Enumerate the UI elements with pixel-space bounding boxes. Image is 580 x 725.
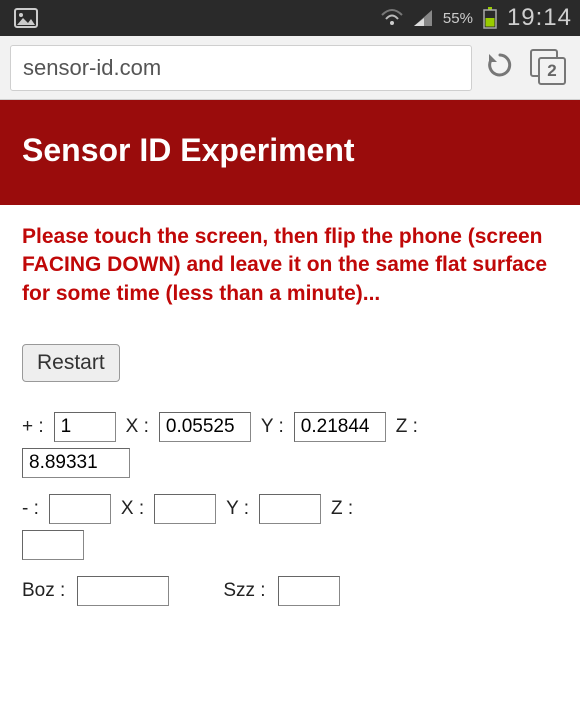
minus-x-input[interactable] bbox=[154, 494, 216, 524]
android-statusbar: 55% 19:14 bbox=[0, 0, 580, 36]
plus-y-label: Y : bbox=[261, 416, 284, 438]
minus-y-label: Y : bbox=[226, 498, 249, 520]
plus-label: + : bbox=[22, 416, 44, 438]
sensor-row-minus: - : X : Y : Z : bbox=[22, 494, 558, 524]
tab-count: 2 bbox=[538, 57, 566, 85]
boz-input[interactable] bbox=[77, 576, 169, 606]
restart-button[interactable]: Restart bbox=[22, 344, 120, 382]
url-box[interactable] bbox=[10, 45, 472, 91]
minus-label: - : bbox=[22, 498, 39, 520]
plus-x-label: X : bbox=[126, 416, 149, 438]
url-input[interactable] bbox=[23, 55, 459, 81]
signal-icon bbox=[413, 9, 433, 27]
clock: 19:14 bbox=[507, 4, 572, 32]
minus-n-input[interactable] bbox=[49, 494, 111, 524]
boz-label: Boz : bbox=[22, 580, 65, 602]
minus-z-label: Z : bbox=[331, 498, 353, 520]
plus-z-label: Z : bbox=[396, 416, 418, 438]
page-content: Please touch the screen, then flip the p… bbox=[0, 205, 580, 630]
plus-y-input[interactable] bbox=[294, 412, 386, 442]
minus-x-label: X : bbox=[121, 498, 144, 520]
plus-n-input[interactable] bbox=[54, 412, 116, 442]
battery-icon bbox=[483, 7, 497, 29]
plus-z-input[interactable] bbox=[22, 448, 130, 478]
sensor-row-minus-z bbox=[22, 530, 558, 560]
sensor-row-plus-z bbox=[22, 448, 558, 478]
plus-x-input[interactable] bbox=[159, 412, 251, 442]
minus-y-input[interactable] bbox=[259, 494, 321, 524]
page-banner: Sensor ID Experiment bbox=[0, 100, 580, 205]
tabs-button[interactable]: 2 bbox=[528, 47, 570, 89]
page-title: Sensor ID Experiment bbox=[22, 132, 558, 169]
minus-z-input[interactable] bbox=[22, 530, 84, 560]
szz-label: Szz : bbox=[223, 580, 265, 602]
reload-button[interactable] bbox=[484, 52, 516, 84]
browser-toolbar: 2 bbox=[0, 36, 580, 100]
battery-percent: 55% bbox=[443, 10, 473, 27]
instructions-text: Please touch the screen, then flip the p… bbox=[22, 223, 558, 308]
gallery-icon bbox=[14, 8, 38, 28]
szz-input[interactable] bbox=[278, 576, 340, 606]
sensor-row-plus: + : X : Y : Z : bbox=[22, 412, 558, 442]
sensor-row-boz: Boz : Szz : bbox=[22, 576, 558, 606]
reload-icon bbox=[485, 50, 515, 85]
wifi-icon bbox=[381, 9, 403, 27]
